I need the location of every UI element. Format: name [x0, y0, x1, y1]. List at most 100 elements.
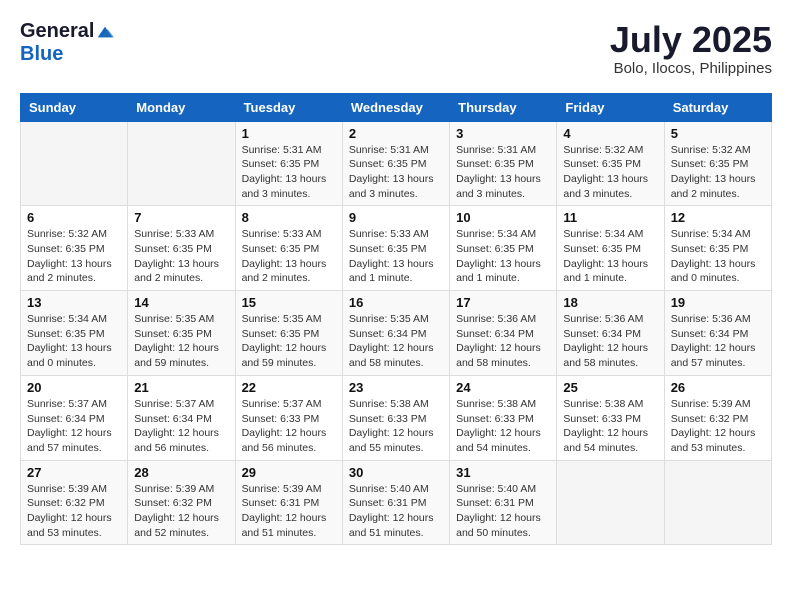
- calendar-cell: 24Sunrise: 5:38 AM Sunset: 6:33 PM Dayli…: [450, 375, 557, 460]
- day-info: Sunrise: 5:32 AM Sunset: 6:35 PM Dayligh…: [27, 227, 121, 286]
- calendar-header-sunday: Sunday: [21, 93, 128, 121]
- day-info: Sunrise: 5:33 AM Sunset: 6:35 PM Dayligh…: [349, 227, 443, 286]
- day-number: 13: [27, 295, 121, 310]
- calendar-week-row: 6 Sunrise: 5:32 AM Sunset: 6:35 PM Daylig…: [21, 206, 772, 291]
- calendar-cell: 12 Sunrise: 5:34 AM Sunset: 6:35 PM Dayli…: [664, 206, 771, 291]
- day-info: Sunrise: 5:35 AM Sunset: 6:35 PM Dayligh…: [242, 312, 336, 371]
- day-info: Sunrise: 5:40 AM Sunset: 6:31 PM Dayligh…: [456, 482, 550, 541]
- day-info: Sunrise: 5:39 AM Sunset: 6:32 PM Dayligh…: [671, 397, 765, 456]
- month-year: July 2025: [610, 20, 772, 60]
- day-info: Sunrise: 5:39 AM Sunset: 6:32 PM Dayligh…: [134, 482, 228, 541]
- location: Bolo, Ilocos, Philippines: [610, 60, 772, 77]
- calendar-cell: 26 Sunrise: 5:39 AM Sunset: 6:32 PM Dayli…: [664, 375, 771, 460]
- calendar-cell: 15Sunrise: 5:35 AM Sunset: 6:35 PM Dayli…: [235, 291, 342, 376]
- day-info: Sunrise: 5:39 AM Sunset: 6:32 PM Dayligh…: [27, 482, 121, 541]
- day-number: 27: [27, 465, 121, 480]
- calendar-cell: 27 Sunrise: 5:39 AM Sunset: 6:32 PM Dayli…: [21, 460, 128, 545]
- calendar-cell: 20 Sunrise: 5:37 AM Sunset: 6:34 PM Dayli…: [21, 375, 128, 460]
- calendar-header-tuesday: Tuesday: [235, 93, 342, 121]
- calendar-header-monday: Monday: [128, 93, 235, 121]
- calendar-cell: 22 Sunrise: 5:37 AM Sunset: 6:33 PM Dayli…: [235, 375, 342, 460]
- calendar-week-row: 13Sunrise: 5:34 AM Sunset: 6:35 PM Dayli…: [21, 291, 772, 376]
- calendar-cell: 28 Sunrise: 5:39 AM Sunset: 6:32 PM Dayli…: [128, 460, 235, 545]
- calendar-cell: 16Sunrise: 5:35 AM Sunset: 6:34 PM Dayli…: [342, 291, 449, 376]
- day-number: 31: [456, 465, 550, 480]
- logo-icon: [96, 23, 114, 41]
- calendar-table: SundayMondayTuesdayWednesdayThursdayFrid…: [20, 93, 772, 546]
- day-number: 18: [563, 295, 657, 310]
- day-info: Sunrise: 5:37 AM Sunset: 6:34 PM Dayligh…: [134, 397, 228, 456]
- calendar-header-friday: Friday: [557, 93, 664, 121]
- day-info: Sunrise: 5:34 AM Sunset: 6:35 PM Dayligh…: [563, 227, 657, 286]
- day-number: 19: [671, 295, 765, 310]
- day-number: 29: [242, 465, 336, 480]
- calendar-header-saturday: Saturday: [664, 93, 771, 121]
- calendar-cell: [128, 121, 235, 206]
- day-number: 4: [563, 126, 657, 141]
- calendar-cell: 5 Sunrise: 5:32 AM Sunset: 6:35 PM Daylig…: [664, 121, 771, 206]
- calendar-cell: 21Sunrise: 5:37 AM Sunset: 6:34 PM Dayli…: [128, 375, 235, 460]
- calendar-cell: 23 Sunrise: 5:38 AM Sunset: 6:33 PM Dayli…: [342, 375, 449, 460]
- day-info: Sunrise: 5:31 AM Sunset: 6:35 PM Dayligh…: [349, 143, 443, 202]
- day-info: Sunrise: 5:35 AM Sunset: 6:35 PM Dayligh…: [134, 312, 228, 371]
- calendar-week-row: 20 Sunrise: 5:37 AM Sunset: 6:34 PM Dayli…: [21, 375, 772, 460]
- calendar-cell: 4 Sunrise: 5:32 AM Sunset: 6:35 PM Daylig…: [557, 121, 664, 206]
- day-info: Sunrise: 5:36 AM Sunset: 6:34 PM Dayligh…: [671, 312, 765, 371]
- calendar-cell: [664, 460, 771, 545]
- day-number: 5: [671, 126, 765, 141]
- page-header: General Blue July 2025 Bolo, Ilocos, Phi…: [20, 20, 772, 77]
- day-info: Sunrise: 5:38 AM Sunset: 6:33 PM Dayligh…: [456, 397, 550, 456]
- day-number: 28: [134, 465, 228, 480]
- day-info: Sunrise: 5:36 AM Sunset: 6:34 PM Dayligh…: [563, 312, 657, 371]
- day-info: Sunrise: 5:32 AM Sunset: 6:35 PM Dayligh…: [563, 143, 657, 202]
- calendar-week-row: 1 Sunrise: 5:31 AM Sunset: 6:35 PM Daylig…: [21, 121, 772, 206]
- calendar-cell: 9 Sunrise: 5:33 AM Sunset: 6:35 PM Daylig…: [342, 206, 449, 291]
- calendar-header-row: SundayMondayTuesdayWednesdayThursdayFrid…: [21, 93, 772, 121]
- day-info: Sunrise: 5:33 AM Sunset: 6:35 PM Dayligh…: [134, 227, 228, 286]
- calendar-cell: 14Sunrise: 5:35 AM Sunset: 6:35 PM Dayli…: [128, 291, 235, 376]
- calendar-cell: 1 Sunrise: 5:31 AM Sunset: 6:35 PM Daylig…: [235, 121, 342, 206]
- day-info: Sunrise: 5:38 AM Sunset: 6:33 PM Dayligh…: [349, 397, 443, 456]
- day-info: Sunrise: 5:34 AM Sunset: 6:35 PM Dayligh…: [456, 227, 550, 286]
- calendar-cell: 25Sunrise: 5:38 AM Sunset: 6:33 PM Dayli…: [557, 375, 664, 460]
- day-info: Sunrise: 5:31 AM Sunset: 6:35 PM Dayligh…: [242, 143, 336, 202]
- day-number: 20: [27, 380, 121, 395]
- day-number: 23: [349, 380, 443, 395]
- logo: General Blue: [20, 20, 114, 66]
- day-number: 17: [456, 295, 550, 310]
- day-info: Sunrise: 5:33 AM Sunset: 6:35 PM Dayligh…: [242, 227, 336, 286]
- calendar-cell: 2 Sunrise: 5:31 AM Sunset: 6:35 PM Daylig…: [342, 121, 449, 206]
- day-number: 9: [349, 210, 443, 225]
- day-info: Sunrise: 5:37 AM Sunset: 6:34 PM Dayligh…: [27, 397, 121, 456]
- calendar-cell: 8 Sunrise: 5:33 AM Sunset: 6:35 PM Daylig…: [235, 206, 342, 291]
- calendar-cell: 3 Sunrise: 5:31 AM Sunset: 6:35 PM Daylig…: [450, 121, 557, 206]
- day-number: 3: [456, 126, 550, 141]
- day-info: Sunrise: 5:34 AM Sunset: 6:35 PM Dayligh…: [671, 227, 765, 286]
- day-number: 26: [671, 380, 765, 395]
- day-number: 6: [27, 210, 121, 225]
- day-number: 25: [563, 380, 657, 395]
- day-number: 1: [242, 126, 336, 141]
- day-number: 12: [671, 210, 765, 225]
- day-number: 10: [456, 210, 550, 225]
- calendar-cell: [557, 460, 664, 545]
- day-info: Sunrise: 5:32 AM Sunset: 6:35 PM Dayligh…: [671, 143, 765, 202]
- day-info: Sunrise: 5:31 AM Sunset: 6:35 PM Dayligh…: [456, 143, 550, 202]
- day-info: Sunrise: 5:39 AM Sunset: 6:31 PM Dayligh…: [242, 482, 336, 541]
- day-number: 7: [134, 210, 228, 225]
- day-number: 30: [349, 465, 443, 480]
- calendar-cell: 19 Sunrise: 5:36 AM Sunset: 6:34 PM Dayli…: [664, 291, 771, 376]
- day-number: 8: [242, 210, 336, 225]
- logo-general: General: [20, 20, 94, 43]
- day-number: 22: [242, 380, 336, 395]
- calendar-cell: 10 Sunrise: 5:34 AM Sunset: 6:35 PM Dayli…: [450, 206, 557, 291]
- calendar-cell: 11Sunrise: 5:34 AM Sunset: 6:35 PM Dayli…: [557, 206, 664, 291]
- calendar-cell: 18 Sunrise: 5:36 AM Sunset: 6:34 PM Dayli…: [557, 291, 664, 376]
- day-number: 16: [349, 295, 443, 310]
- day-info: Sunrise: 5:37 AM Sunset: 6:33 PM Dayligh…: [242, 397, 336, 456]
- day-number: 2: [349, 126, 443, 141]
- calendar-cell: 13Sunrise: 5:34 AM Sunset: 6:35 PM Dayli…: [21, 291, 128, 376]
- calendar-cell: 29 Sunrise: 5:39 AM Sunset: 6:31 PM Dayli…: [235, 460, 342, 545]
- calendar-cell: 7 Sunrise: 5:33 AM Sunset: 6:35 PM Daylig…: [128, 206, 235, 291]
- title-block: July 2025 Bolo, Ilocos, Philippines: [610, 20, 772, 77]
